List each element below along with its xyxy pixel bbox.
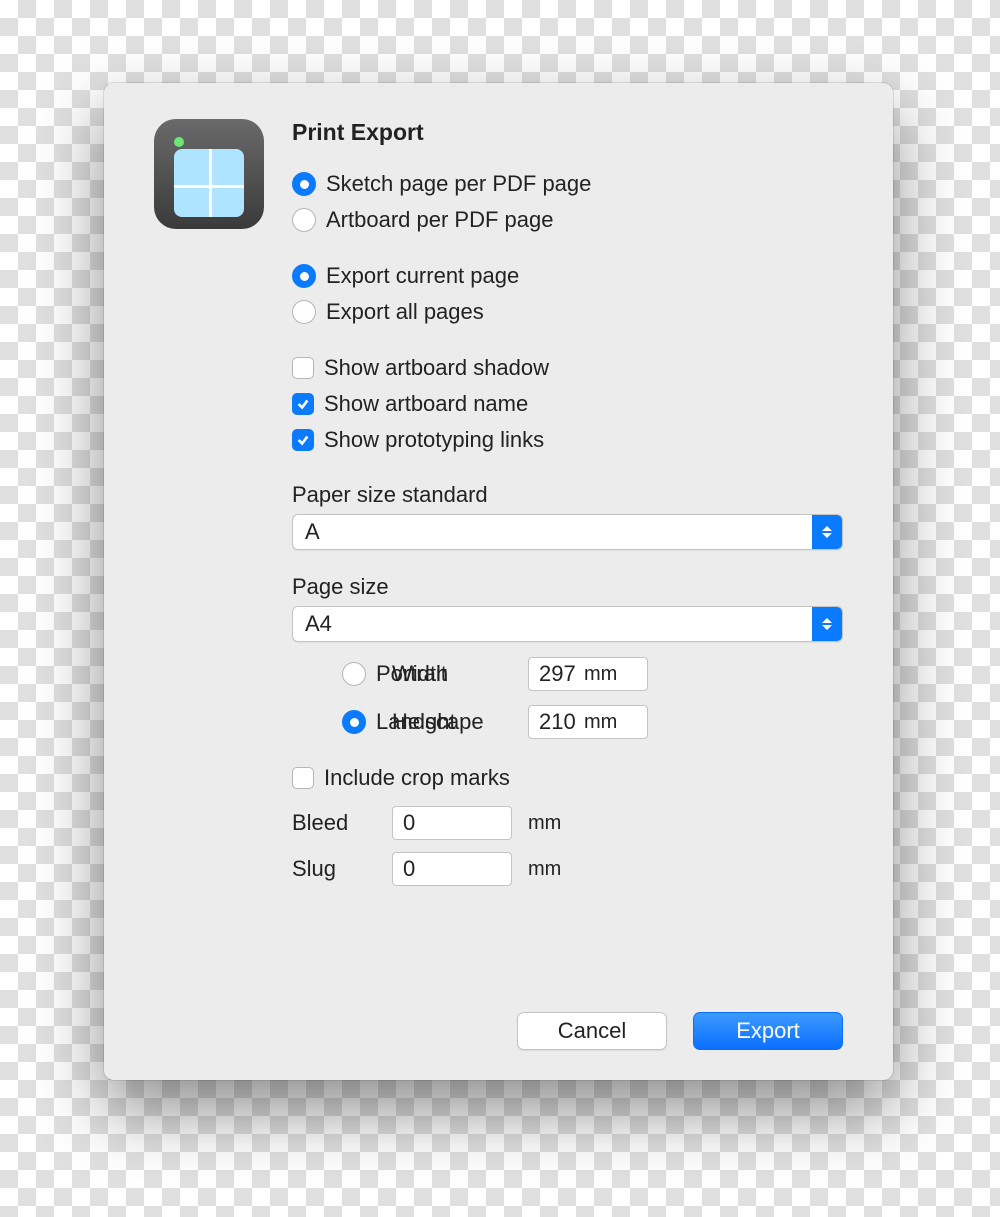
height-unit: mm: [584, 711, 843, 734]
radio-export-current[interactable]: [292, 264, 316, 288]
checkbox-show-proto[interactable]: [292, 429, 314, 451]
page-size-select[interactable]: A4: [292, 606, 843, 642]
bleed-unit: mm: [528, 812, 578, 835]
radio-sketch-per-pdf[interactable]: [292, 172, 316, 196]
checkbox-show-shadow-label: Show artboard shadow: [324, 355, 549, 381]
radio-artboard-per-pdf[interactable]: [292, 208, 316, 232]
bleed-label: Bleed: [292, 810, 386, 836]
bleed-input[interactable]: 0: [392, 806, 512, 840]
page-mode-group: Sketch page per PDF page Artboard per PD…: [292, 166, 843, 238]
paper-standard-label: Paper size standard: [292, 482, 843, 508]
print-export-dialog: Print Export Sketch page per PDF page Ar…: [104, 83, 893, 1080]
stepper-icon: [812, 607, 842, 641]
radio-export-current-label: Export current page: [326, 263, 519, 289]
slug-label: Slug: [292, 856, 386, 882]
slug-unit: mm: [528, 858, 578, 881]
cancel-button[interactable]: Cancel: [517, 1012, 667, 1050]
radio-portrait-label: Portrait: [376, 661, 447, 687]
page-size-label: Page size: [292, 574, 843, 600]
radio-landscape[interactable]: [342, 710, 366, 734]
checkbox-show-proto-label: Show prototyping links: [324, 427, 544, 453]
export-scope-group: Export current page Export all pages: [292, 258, 843, 330]
printer-icon: [154, 119, 264, 229]
radio-sketch-per-pdf-label: Sketch page per PDF page: [326, 171, 591, 197]
paper-standard-value: A: [293, 519, 812, 545]
radio-export-all[interactable]: [292, 300, 316, 324]
height-label: Height: [392, 709, 522, 735]
dialog-title: Print Export: [292, 119, 843, 146]
stepper-icon: [812, 515, 842, 549]
radio-portrait[interactable]: [342, 662, 366, 686]
radio-export-all-label: Export all pages: [326, 299, 484, 325]
paper-standard-select[interactable]: A: [292, 514, 843, 550]
checkbox-show-name-label: Show artboard name: [324, 391, 528, 417]
checkbox-crop-marks-label: Include crop marks: [324, 765, 510, 791]
slug-input[interactable]: 0: [392, 852, 512, 886]
checkbox-crop-marks[interactable]: [292, 767, 314, 789]
export-button[interactable]: Export: [693, 1012, 843, 1050]
checkbox-show-name[interactable]: [292, 393, 314, 415]
width-unit: mm: [584, 663, 843, 686]
display-options-group: Show artboard shadow Show artboard name …: [292, 350, 843, 458]
radio-artboard-per-pdf-label: Artboard per PDF page: [326, 207, 553, 233]
checkbox-show-shadow[interactable]: [292, 357, 314, 379]
page-size-value: A4: [293, 611, 812, 637]
